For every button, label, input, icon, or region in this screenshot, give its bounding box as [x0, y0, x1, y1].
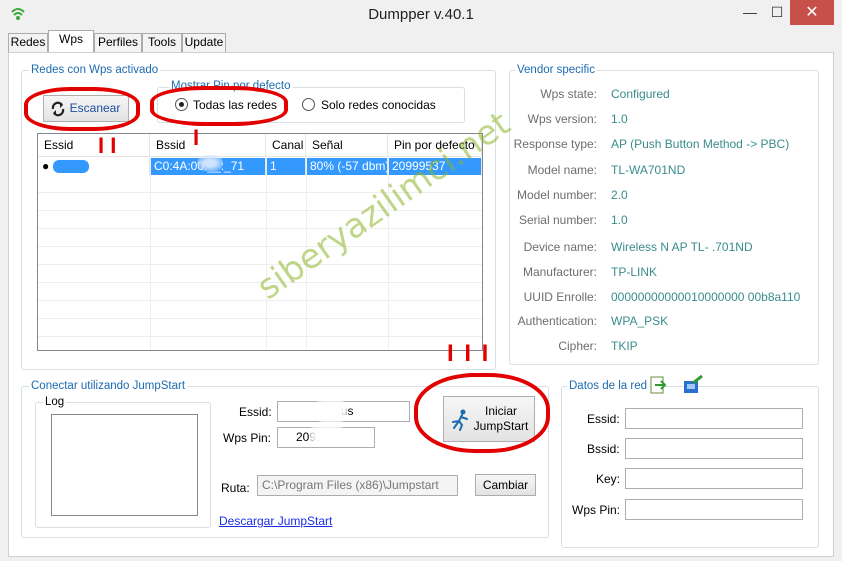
download-jumpstart-link[interactable]: Descargar JumpStart [219, 514, 332, 528]
essid-redacted [52, 160, 89, 174]
network-bssid-input[interactable] [625, 438, 803, 459]
vendor-value-device-name: Wireless N AP TL- .701ND [611, 240, 753, 254]
cell-canal: 1 [266, 158, 306, 175]
network-wpspin-input[interactable] [625, 499, 803, 520]
maximize-button[interactable]: ☐ [762, 0, 792, 25]
cell-senal: 80% (-57 dbm) [306, 158, 388, 175]
column-essid[interactable]: Essid [38, 134, 150, 157]
vendor-value-wps-state: Configured [611, 87, 670, 101]
jumpstart-title: Conectar utilizando JumpStart [29, 380, 188, 392]
wps-pin-label: Wps Pin: [223, 431, 272, 445]
close-button[interactable]: ✕ [790, 0, 834, 25]
tab-update[interactable]: Update [182, 33, 226, 52]
bssid-redaction [197, 155, 223, 171]
vendor-label-wps-state: Wps state: [540, 87, 597, 101]
radio-known-networks-label: Solo redes conocidas [321, 98, 436, 112]
wps-tab-panel: Redes con Wps activado Escanear Mostrar … [8, 52, 834, 557]
wpspin-redaction [309, 425, 345, 447]
vendor-label-manufacturer: Manufacturer: [522, 265, 597, 279]
vendor-label-cipher: Cipher: [558, 339, 597, 353]
network-key-label: Key: [596, 472, 621, 486]
network-essid-input[interactable] [625, 408, 803, 429]
cambiar-button[interactable]: Cambiar [475, 474, 536, 496]
radio-known-networks[interactable] [302, 98, 315, 111]
vendor-label-serial-number: Serial number: [518, 213, 597, 227]
wps-networks-group-title: Redes con Wps activado [29, 64, 161, 76]
vendor-value-wps-version: 1.0 [611, 112, 628, 126]
tab-tools[interactable]: Tools [142, 33, 182, 52]
save-network-icon[interactable] [683, 375, 703, 395]
window-title: Dumpper v.40.1 [368, 6, 474, 23]
export-icon[interactable] [649, 376, 667, 394]
vendor-value-model-name: TL-WA701ND [611, 163, 686, 177]
mark-two: I I [98, 133, 117, 158]
mark-three: I I I [447, 340, 491, 367]
mark-one: I [193, 125, 200, 150]
ruta-input[interactable]: C:\Program Files (x86)\Jumpstart [257, 475, 458, 496]
minimize-button[interactable]: — [735, 0, 765, 25]
vendor-label-model-number: Model number: [516, 188, 597, 202]
vendor-value-uuid: 00000000000010000000 00b8a110 [611, 290, 801, 304]
cell-essid: ● [38, 158, 150, 175]
scan-highlight-mark [24, 87, 140, 131]
jumpstart-highlight-mark [414, 373, 550, 453]
tab-wps[interactable]: Wps [48, 30, 94, 52]
vendor-value-model-number: 2.0 [611, 188, 628, 202]
ruta-label: Ruta: [221, 481, 250, 495]
column-senal[interactable]: Señal [306, 134, 388, 157]
vendor-label-model-name: Model name: [527, 163, 597, 177]
essid-redaction [314, 400, 348, 422]
log-textarea[interactable] [51, 414, 198, 516]
column-bssid[interactable]: Bssid [150, 134, 266, 157]
vendor-value-response-type: AP (Push Button Method -> PBC) [611, 137, 790, 151]
vendor-label-uuid: UUID Enrolle: [523, 290, 597, 304]
radio-highlight-mark [150, 86, 288, 126]
vendor-value-cipher: TKIP [611, 339, 638, 353]
network-data-title: Datos de la red [567, 380, 649, 392]
log-label: Log [43, 396, 67, 408]
vendor-value-authentication: WPA_PSK [611, 314, 669, 328]
column-canal[interactable]: Canal [266, 134, 306, 157]
essid-label: Essid: [239, 405, 272, 419]
tab-redes[interactable]: Redes [8, 33, 48, 52]
vendor-label-authentication: Authentication: [517, 314, 597, 328]
vendor-value-manufacturer: TP-LINK [611, 265, 658, 279]
vendor-label-device-name: Device name: [523, 240, 597, 254]
title-bar: Dumpper v.40.1 — ☐ ✕ [0, 0, 842, 30]
tab-perfiles[interactable]: Perfiles [94, 33, 142, 52]
network-bssid-label: Bssid: [587, 442, 620, 456]
vendor-label-wps-version: Wps version: [527, 112, 597, 126]
vendor-specific-title: Vendor specific [515, 64, 597, 76]
lock-icon: ● [42, 159, 50, 173]
network-key-input[interactable] [625, 468, 803, 489]
vendor-value-serial-number: 1.0 [611, 213, 628, 227]
network-essid-label: Essid: [587, 412, 620, 426]
network-wpspin-label: Wps Pin: [572, 503, 621, 517]
